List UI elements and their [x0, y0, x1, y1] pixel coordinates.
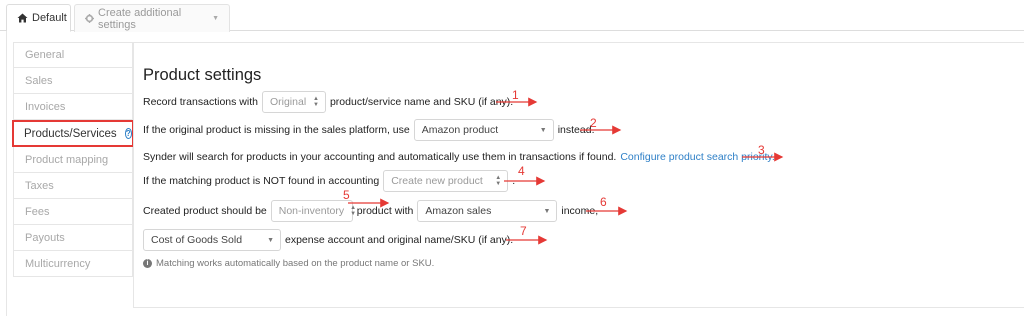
- row-expense-account: Cost of Goods Sold ▼ expense account and…: [143, 229, 513, 251]
- sidebar-item-invoices[interactable]: Invoices: [13, 94, 133, 120]
- chevron-down-icon: ▼: [212, 15, 219, 22]
- fallback-product-select[interactable]: Amazon product ▼: [413, 119, 554, 141]
- settings-sidebar: General Sales Invoices Products/Services…: [12, 42, 134, 277]
- help-icon[interactable]: ?: [124, 128, 132, 139]
- sidebar-item-multicurrency[interactable]: Multicurrency: [13, 251, 133, 277]
- not-found-action-select[interactable]: Create new product ▲ ▼: [383, 170, 509, 192]
- sidebar-item-label: General: [25, 49, 65, 61]
- row-text: Synder will search for products in your …: [143, 151, 617, 163]
- sidebar-item-label: Product mapping: [25, 153, 109, 166]
- row-text: .: [512, 175, 516, 187]
- sidebar-item-sales[interactable]: Sales: [13, 68, 133, 94]
- row-text: If the original product is missing in th…: [143, 124, 410, 136]
- income-account-select[interactable]: Amazon sales ▼: [417, 200, 558, 222]
- sidebar-item-taxes[interactable]: Taxes: [13, 173, 133, 199]
- annotation-number: 6: [600, 195, 607, 209]
- row-search-products: Synder will search for products in your …: [143, 146, 775, 168]
- chevron-down-icon: ▼: [267, 236, 274, 244]
- annotation-number: 4: [518, 164, 525, 178]
- sidebar-item-general[interactable]: General: [13, 42, 133, 68]
- tab-default[interactable]: Default: [6, 4, 71, 32]
- annotation-number: 2: [590, 116, 597, 130]
- sidebar-item-label: Invoices: [25, 100, 66, 113]
- select-value: Amazon sales: [425, 205, 492, 217]
- home-icon: [17, 13, 28, 23]
- page-title: Product settings: [143, 66, 262, 84]
- annotation-number: 5: [343, 188, 350, 202]
- name-source-select[interactable]: Original ▲ ▼: [261, 91, 326, 113]
- sidebar-item-label: Sales: [25, 74, 53, 87]
- row-not-found: If the matching product is NOT found in …: [143, 170, 515, 192]
- info-icon: i: [143, 259, 152, 268]
- updown-icon: ▲ ▼: [495, 175, 502, 187]
- row-text: Record transactions with: [143, 96, 258, 108]
- row-created-product: Created product should be Non-inventory …: [143, 200, 598, 222]
- tab-create-additional-settings[interactable]: Create additional settings ▼: [74, 4, 230, 32]
- select-value: Amazon product: [421, 124, 499, 136]
- row-text: instead.: [557, 124, 595, 136]
- row-text: If the matching product is NOT found in …: [143, 175, 380, 187]
- sidebar-item-fees[interactable]: Fees: [13, 199, 133, 225]
- row-text: Created product should be: [143, 205, 267, 217]
- chevron-down-icon: ▼: [543, 207, 551, 215]
- sidebar-item-label: Products/Services: [24, 127, 117, 140]
- row-text: product/service name and SKU (if any).: [329, 96, 514, 108]
- updown-icon: ▲ ▼: [350, 205, 357, 217]
- sidebar-item-payouts[interactable]: Payouts: [13, 225, 133, 251]
- annotation-number: 1: [512, 88, 519, 102]
- annotation-number: 7: [520, 224, 527, 238]
- tab-default-label: Default: [32, 12, 67, 24]
- configure-search-priority-link[interactable]: Configure product search priority.: [620, 151, 774, 163]
- settings-tabbar: Default Create additional settings ▼: [0, 0, 1024, 32]
- row-text: income,: [561, 205, 599, 217]
- sidebar-item-label: Multicurrency: [25, 257, 91, 270]
- expense-account-select[interactable]: Cost of Goods Sold ▼: [143, 229, 281, 251]
- gear-icon: [85, 14, 94, 23]
- updown-icon: ▲ ▼: [313, 96, 319, 108]
- select-value: Create new product: [391, 175, 483, 187]
- matching-note: i Matching works automatically based on …: [143, 258, 434, 269]
- note-text: Matching works automatically based on th…: [156, 258, 435, 269]
- row-missing-product: If the original product is missing in th…: [143, 119, 595, 141]
- select-value: Cost of Goods Sold: [151, 234, 243, 246]
- row-text: expense account and original name/SKU (i…: [285, 234, 514, 246]
- tab-create-label: Create additional settings: [98, 6, 182, 31]
- sidebar-item-label: Taxes: [25, 179, 54, 192]
- row-text: product with: [356, 205, 414, 217]
- sidebar-item-products-services[interactable]: Products/Services ?: [12, 120, 134, 147]
- select-value: Non-inventory: [278, 205, 345, 217]
- sidebar-item-product-mapping[interactable]: Product mapping: [13, 147, 133, 173]
- sidebar-item-label: Fees: [25, 205, 50, 218]
- row-record-transactions: Record transactions with Original ▲ ▼ pro…: [143, 91, 513, 113]
- product-type-select[interactable]: Non-inventory ▲ ▼: [270, 200, 357, 222]
- annotation-number: 3: [758, 143, 765, 157]
- select-value: Original: [269, 96, 307, 108]
- chevron-down-icon: ▼: [539, 126, 547, 134]
- sidebar-item-label: Payouts: [25, 231, 65, 244]
